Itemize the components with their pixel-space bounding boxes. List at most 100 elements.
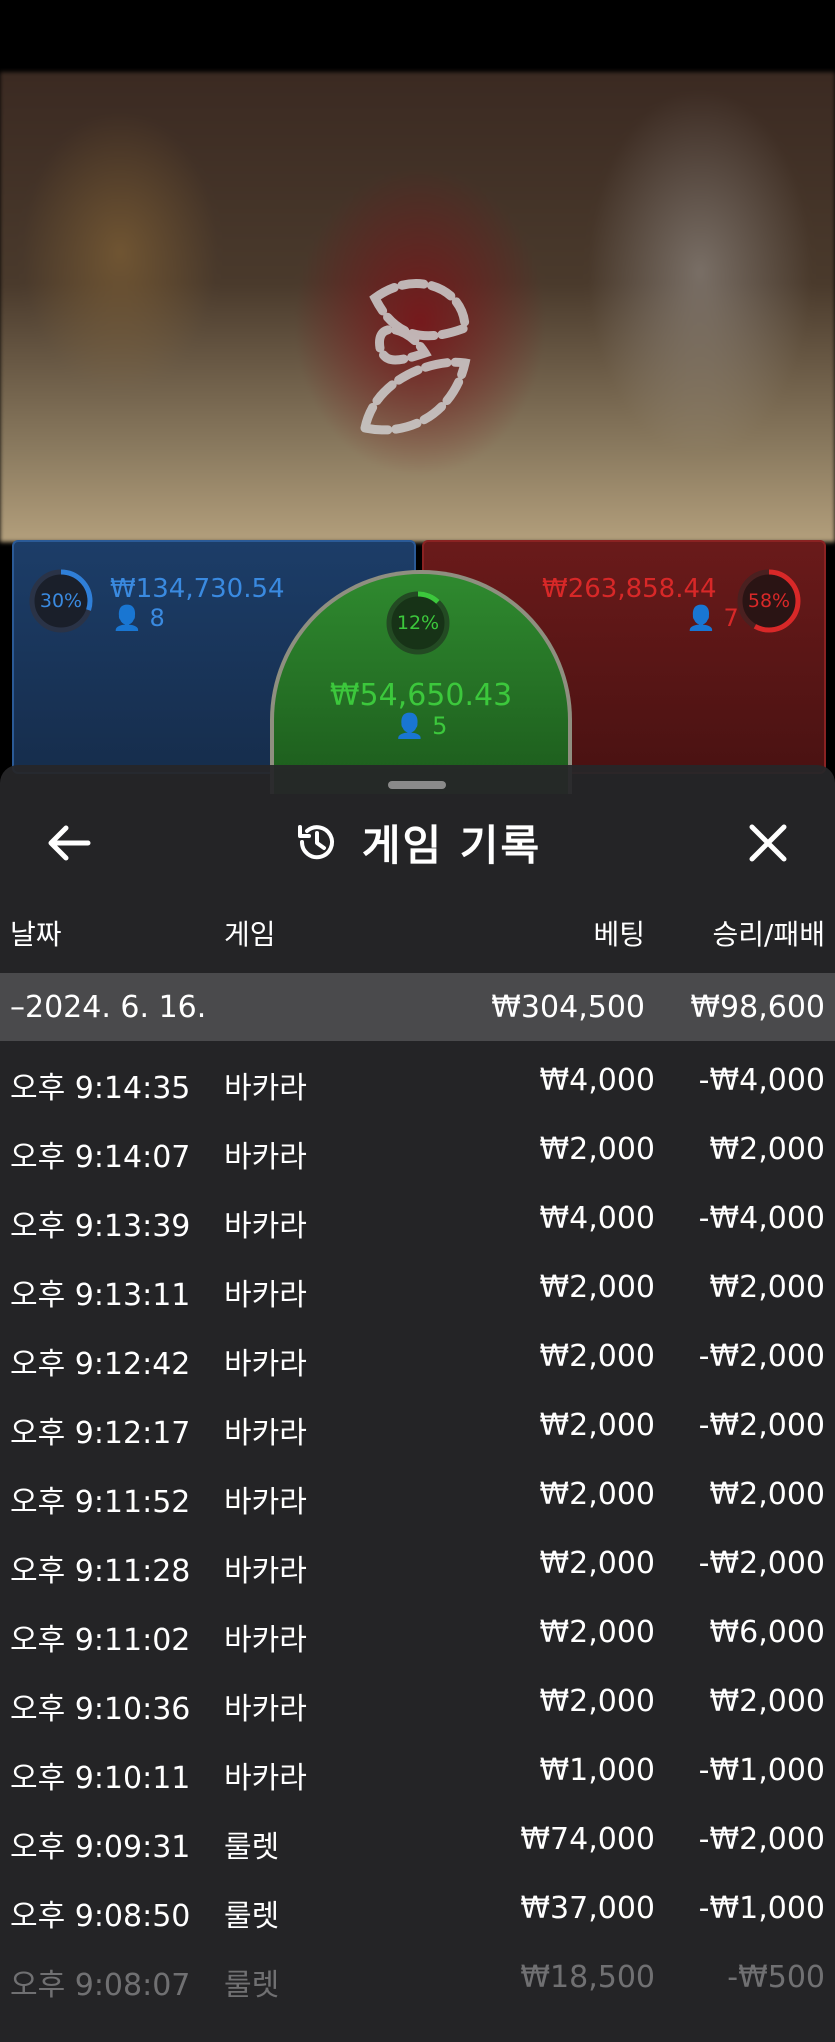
table-row[interactable]: 오후 9:08:50 룰렛 ₩37,000 -₩1,000	[0, 1869, 835, 1938]
row-time: 오후 9:10:11	[10, 1761, 191, 1796]
row-bet: ₩74,000	[520, 1822, 655, 1857]
tulip-logo	[359, 279, 471, 435]
player-percent: 30%	[39, 590, 83, 612]
column-header-bet: 베팅	[593, 918, 645, 951]
table-row[interactable]: 오후 9:12:17 바카라 ₩2,000 -₩2,000	[0, 1386, 835, 1455]
player-percent-ring: 30%	[26, 566, 96, 636]
tie-count: 👤 5	[274, 712, 568, 740]
person-icon: 👤	[112, 604, 142, 632]
row-bet: ₩2,000	[539, 1615, 655, 1650]
table-row[interactable]: 오후 9:10:11 바카라 ₩1,000 -₩1,000	[0, 1731, 835, 1800]
row-time: 오후 9:11:52	[10, 1485, 191, 1520]
table-row[interactable]: 오후 9:08:07 룰렛 ₩18,500 -₩500	[0, 1938, 835, 2007]
row-time: 오후 9:09:31	[10, 1830, 191, 1865]
table-row[interactable]: 오후 9:10:36 바카라 ₩2,000 ₩2,000	[0, 1662, 835, 1731]
sheet-header: 게임 기록	[0, 807, 835, 877]
row-result: -₩4,000	[698, 1201, 825, 1236]
date-group-row[interactable]: –2024. 6. 16. ₩304,500 ₩98,600	[0, 973, 835, 1041]
row-bet: ₩2,000	[539, 1339, 655, 1374]
row-game: 바카라	[224, 1347, 307, 1382]
status-bar	[0, 0, 835, 72]
row-time: 오후 9:13:39	[10, 1209, 191, 1244]
column-header-result: 승리/패배	[712, 918, 825, 951]
row-game: 바카라	[224, 1071, 307, 1106]
row-time: 오후 9:12:17	[10, 1416, 191, 1451]
table-row[interactable]: 오후 9:11:52 바카라 ₩2,000 ₩2,000	[0, 1455, 835, 1524]
history-icon	[297, 825, 334, 860]
row-result: ₩6,000	[709, 1615, 825, 1650]
row-result: -₩2,000	[698, 1339, 825, 1374]
table-row[interactable]: 오후 9:09:31 룰렛 ₩74,000 -₩2,000	[0, 1800, 835, 1869]
tie-bet-amount: ₩54,650.43	[329, 678, 513, 713]
row-result: ₩2,000	[709, 1477, 825, 1512]
close-icon[interactable]	[738, 813, 798, 873]
table-row[interactable]: 오후 9:13:39 바카라 ₩4,000 -₩4,000	[0, 1179, 835, 1248]
row-game: 바카라	[224, 1623, 307, 1658]
row-bet: ₩4,000	[539, 1063, 655, 1098]
table-row[interactable]: 오후 9:13:11 바카라 ₩2,000 ₩2,000	[0, 1248, 835, 1317]
date-group-date: –2024. 6. 16.	[10, 990, 207, 1025]
row-game: 바카라	[224, 1485, 307, 1520]
row-game: 룰렛	[224, 1899, 280, 1934]
table-row[interactable]: 오후 9:11:02 바카라 ₩2,000 ₩6,000	[0, 1593, 835, 1662]
row-result: ₩2,000	[709, 1132, 825, 1167]
banker-percent: 58%	[747, 590, 791, 612]
column-header-date: 날짜	[10, 918, 62, 951]
row-bet: ₩2,000	[539, 1477, 655, 1512]
table-row[interactable]: 오후 9:12:42 바카라 ₩2,000 -₩2,000	[0, 1317, 835, 1386]
row-game: 바카라	[224, 1278, 307, 1313]
column-header-game: 게임	[224, 918, 276, 951]
table-row[interactable]: 오후 9:14:35 바카라 ₩4,000 -₩4,000	[0, 1041, 835, 1110]
player-bet-amount: ₩134,730.54	[110, 574, 285, 604]
row-bet: ₩4,000	[539, 1201, 655, 1236]
row-result: -₩1,000	[698, 1891, 825, 1926]
player-count: 👤 8	[112, 604, 165, 632]
tie-percent: 12%	[396, 612, 440, 634]
tie-count-value: 5	[432, 712, 448, 740]
row-result: ₩2,000	[709, 1270, 825, 1305]
bet-spots: 30% ₩134,730.54 👤 8 ₩263,858.44 👤 7 58%	[0, 540, 835, 794]
table-row[interactable]: 오후 9:11:28 바카라 ₩2,000 -₩2,000	[0, 1524, 835, 1593]
row-bet: ₩18,500	[520, 1960, 655, 1995]
row-time: 오후 9:13:11	[10, 1278, 191, 1313]
table-header: 날짜 게임 베팅 승리/패배	[0, 913, 835, 957]
row-game: 룰렛	[224, 1968, 280, 2003]
row-game: 바카라	[224, 1761, 307, 1796]
person-icon: 👤	[686, 604, 716, 632]
date-group-result-total: ₩98,600	[690, 990, 825, 1025]
banker-count: 👤 7	[686, 604, 739, 632]
row-bet: ₩2,000	[539, 1684, 655, 1719]
row-result: -₩2,000	[698, 1408, 825, 1443]
row-time: 오후 9:11:28	[10, 1554, 191, 1589]
row-game: 바카라	[224, 1209, 307, 1244]
tie-percent-ring: 12%	[383, 588, 453, 658]
date-group-bet-total: ₩304,500	[491, 990, 645, 1025]
row-time: 오후 9:08:50	[10, 1899, 191, 1934]
row-time: 오후 9:08:07	[10, 1968, 191, 2003]
history-list: 오후 9:14:35 바카라 ₩4,000 -₩4,000 오후 9:14:07 바카라…	[0, 1041, 835, 2007]
row-bet: ₩2,000	[539, 1546, 655, 1581]
row-game: 바카라	[224, 1416, 307, 1451]
row-result: -₩1,000	[698, 1753, 825, 1788]
row-time: 오후 9:12:42	[10, 1347, 191, 1382]
sheet-grabber[interactable]	[388, 781, 446, 789]
row-bet: ₩2,000	[539, 1408, 655, 1443]
row-game: 바카라	[224, 1692, 307, 1727]
row-result: -₩2,000	[698, 1546, 825, 1581]
person-icon: 👤	[394, 712, 425, 740]
table-row[interactable]: 오후 9:14:07 바카라 ₩2,000 ₩2,000	[0, 1110, 835, 1179]
row-game: 룰렛	[224, 1830, 280, 1865]
banker-percent-ring: 58%	[734, 566, 804, 636]
row-game: 바카라	[224, 1140, 307, 1175]
row-bet: ₩2,000	[539, 1132, 655, 1167]
row-bet: ₩2,000	[539, 1270, 655, 1305]
row-game: 바카라	[224, 1554, 307, 1589]
row-time: 오후 9:11:02	[10, 1623, 191, 1658]
row-time: 오후 9:14:35	[10, 1071, 191, 1106]
row-result: ₩2,000	[709, 1684, 825, 1719]
row-time: 오후 9:14:07	[10, 1140, 191, 1175]
row-time: 오후 9:10:36	[10, 1692, 191, 1727]
banker-bet-amount: ₩263,858.44	[542, 574, 717, 604]
row-result: -₩4,000	[698, 1063, 825, 1098]
page-title: 게임 기록	[361, 820, 542, 870]
